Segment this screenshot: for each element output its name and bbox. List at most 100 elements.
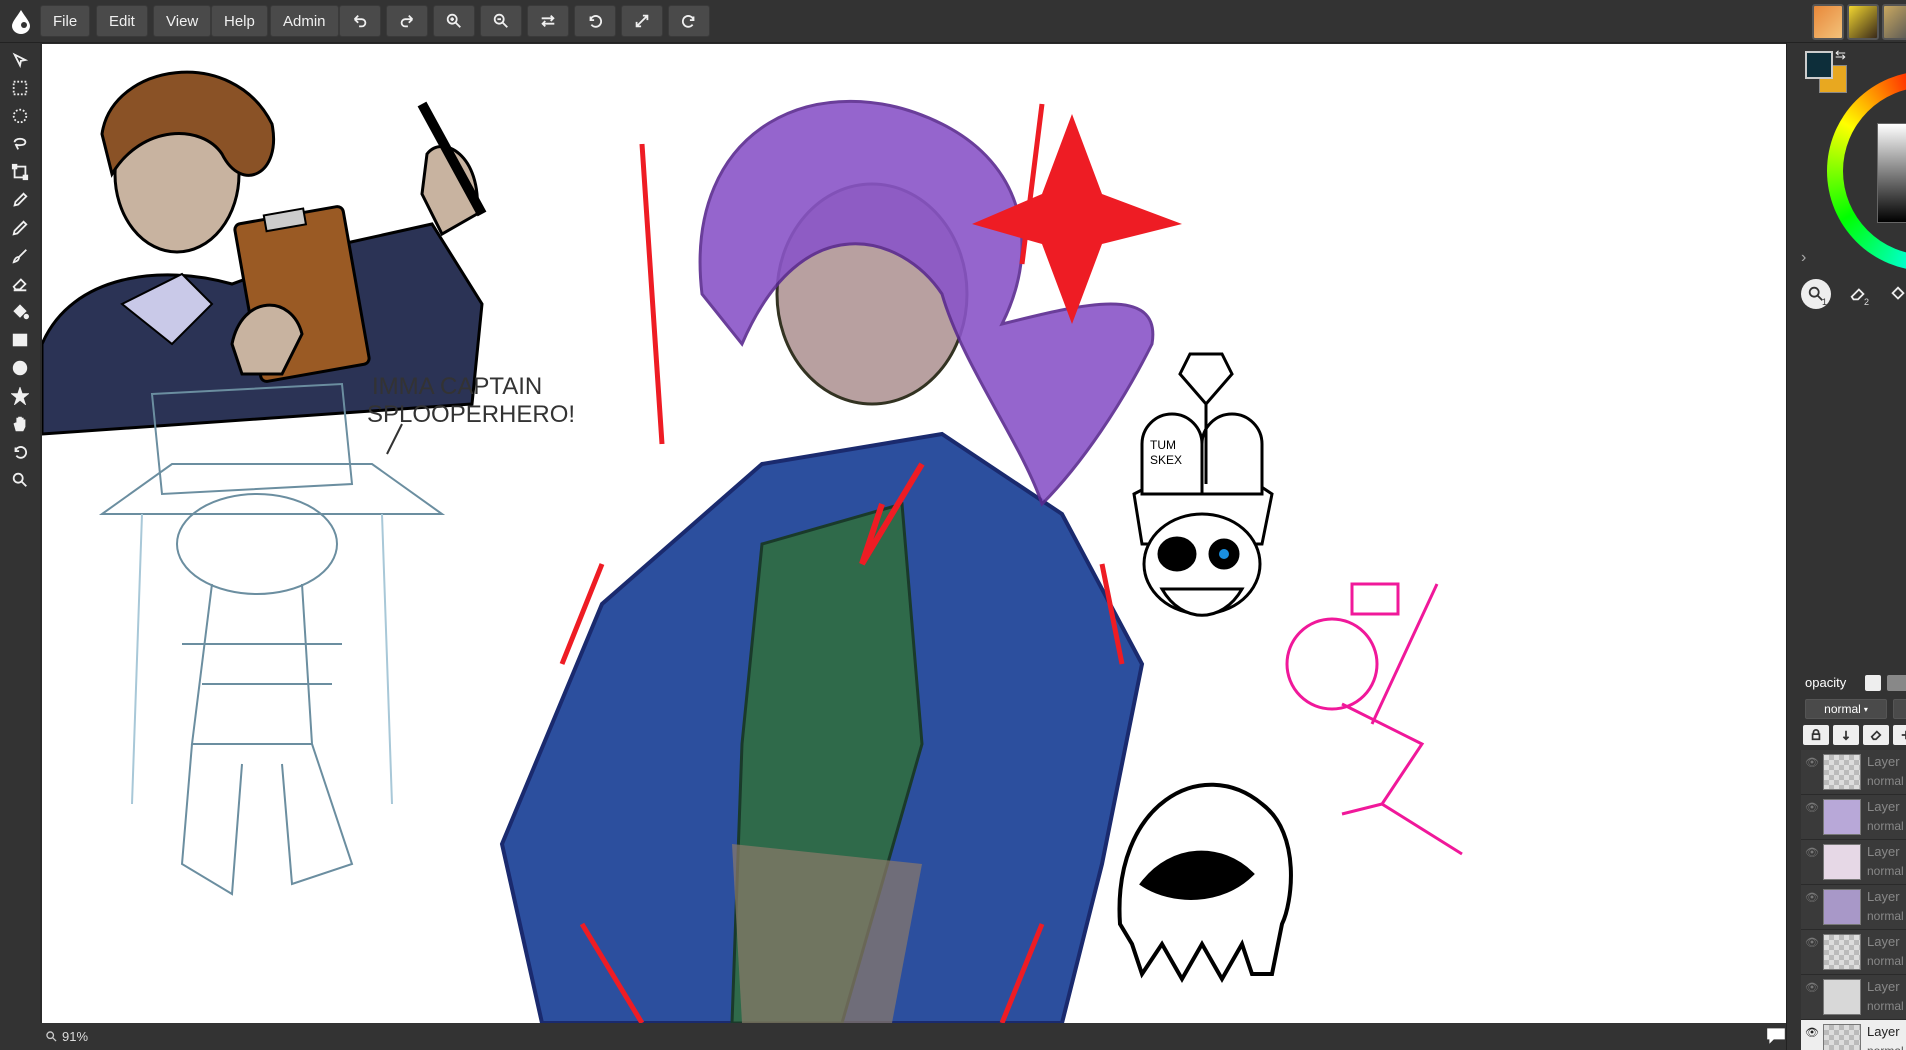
zoom-indicator[interactable]: 91% [45,1029,88,1044]
edit-menu-button[interactable]: Edit [96,5,148,37]
file-menu-button[interactable]: File [40,5,91,37]
paint-bucket-icon [13,304,29,320]
rotate-right-button[interactable] [668,5,710,37]
layer-item[interactable]: 👁 Layer normal [1801,885,1906,930]
hand-icon [13,416,26,432]
pen-icon [12,220,28,236]
fill-tool[interactable] [7,299,33,325]
clear-layer-button[interactable] [1863,725,1889,745]
opacity-slider[interactable] [1887,675,1906,691]
chat-button[interactable] [1765,1024,1787,1046]
magnifier-icon [46,1031,57,1042]
merge-down-icon [1842,730,1850,741]
eye-icon[interactable]: 👁 [1805,756,1819,769]
layer-item[interactable]: 👁 Layer normal [1801,975,1906,1020]
chevron-right-icon[interactable]: › [1801,249,1806,267]
lasso-tool[interactable] [7,131,33,157]
merge-down-button[interactable] [1833,725,1859,745]
transform-tool[interactable] [7,159,33,185]
rotate-left-icon [589,15,602,28]
layer-thumbnail [1823,979,1861,1015]
rectangle-icon [12,333,28,347]
eye-icon[interactable]: 👁 [1805,801,1819,814]
layer-item-active[interactable]: 👁 Layer normal [1801,1020,1906,1050]
status-bar: 91% [0,1023,1786,1050]
admin-menu-button[interactable]: Admin [270,5,339,37]
zoom-in-icon [446,13,461,28]
drawing-canvas[interactable]: IMMA CAPTAIN SPLOOPERHERO! TUM SKEX [42,44,1786,1023]
redo-button[interactable] [386,5,428,37]
layer-thumbnail [1823,889,1861,925]
eye-icon[interactable]: 👁 [1805,981,1819,994]
tool-palette [0,43,40,1023]
chat-bubble-icon [1767,1028,1785,1044]
paint-app: File Edit View Help Admin IMMA CAPTAIN S… [0,0,1906,1050]
layer-item[interactable]: 👁 Layer normal [1801,795,1906,840]
artwork: IMMA CAPTAIN SPLOOPERHERO! TUM SKEX [42,70,1463,1023]
pen-tool[interactable] [7,215,33,241]
color-square[interactable] [1877,123,1906,223]
lock-layer-button[interactable] [1803,725,1829,745]
brush-slot-2[interactable]: 2 [1843,279,1873,309]
zoom-out-icon [493,13,508,28]
swap-colors-icon[interactable]: ⇆ [1835,47,1846,63]
transform-icon [11,163,29,181]
layer-thumbnail [1823,799,1861,835]
undo-button[interactable] [339,5,381,37]
ellipse-select-tool[interactable] [7,103,33,129]
rotate-canvas-tool[interactable] [7,439,33,465]
eyedropper-tool[interactable] [7,187,33,213]
layer-item[interactable]: 👁 Layer normal [1801,840,1906,885]
pink-figure-drawing [1285,582,1463,856]
rectangle-tool[interactable] [7,327,33,353]
avatar[interactable] [1812,4,1844,40]
eyedropper-icon [13,192,28,207]
eye-icon[interactable]: 👁 [1805,846,1819,859]
central-character-drawing [499,99,1182,1023]
rotate-right-icon [682,15,695,28]
squid-sketch [98,382,446,896]
eye-icon[interactable]: 👁 [1805,936,1819,949]
move-icon [12,52,29,69]
layer-thumbnail [1823,934,1861,970]
zoom-out-button[interactable] [480,5,522,37]
layer-item[interactable]: 👁 Layer normal [1801,930,1906,975]
rotate-icon [14,446,27,459]
shape-tool[interactable] [7,383,33,409]
rotate-left-button[interactable] [574,5,616,37]
blend-extra-button[interactable] [1893,699,1906,719]
eye-icon[interactable]: 👁 [1805,891,1819,904]
lasso-icon [13,137,27,150]
hand-tool[interactable] [7,411,33,437]
avatar[interactable] [1882,4,1906,40]
fullscreen-icon [635,14,649,28]
move-tool[interactable] [7,47,33,73]
view-menu-button[interactable]: View [153,5,212,37]
logo-icon[interactable] [6,6,36,36]
add-layer-button[interactable] [1893,725,1906,745]
help-menu-button[interactable]: Help [211,5,268,37]
brush-slot-1[interactable]: 1 [1801,279,1831,309]
ellipse-icon [12,360,28,376]
fullscreen-button[interactable] [621,5,663,37]
zoom-tool[interactable] [7,467,33,493]
layer-thumbnail [1823,1024,1861,1050]
eye-icon[interactable]: 👁 [1805,1026,1819,1039]
plus-icon [1901,730,1906,740]
layer-thumbnail [1823,754,1861,790]
zoom-in-button[interactable] [433,5,475,37]
brush-tool[interactable] [7,243,33,269]
primary-color-swatch[interactable] [1805,51,1833,79]
blend-mode-select[interactable]: normal ▾ [1805,699,1887,719]
opacity-toggle[interactable] [1865,675,1881,691]
eraser-tool[interactable] [7,271,33,297]
avatar[interactable] [1847,4,1879,40]
layer-item[interactable]: 👁 Layer normal [1801,750,1906,795]
tombstone-text-left: TUM [1150,438,1176,452]
ellipse-tool[interactable] [7,355,33,381]
svg-text:SKEX: SKEX [1150,453,1182,467]
rect-select-tool[interactable] [7,75,33,101]
flip-button[interactable] [527,5,569,37]
brush-slot-3[interactable] [1883,279,1906,309]
right-panel: ⇆ › 1 2 opacity normal ▾ 👁 Layer normal … [1786,43,1906,1050]
